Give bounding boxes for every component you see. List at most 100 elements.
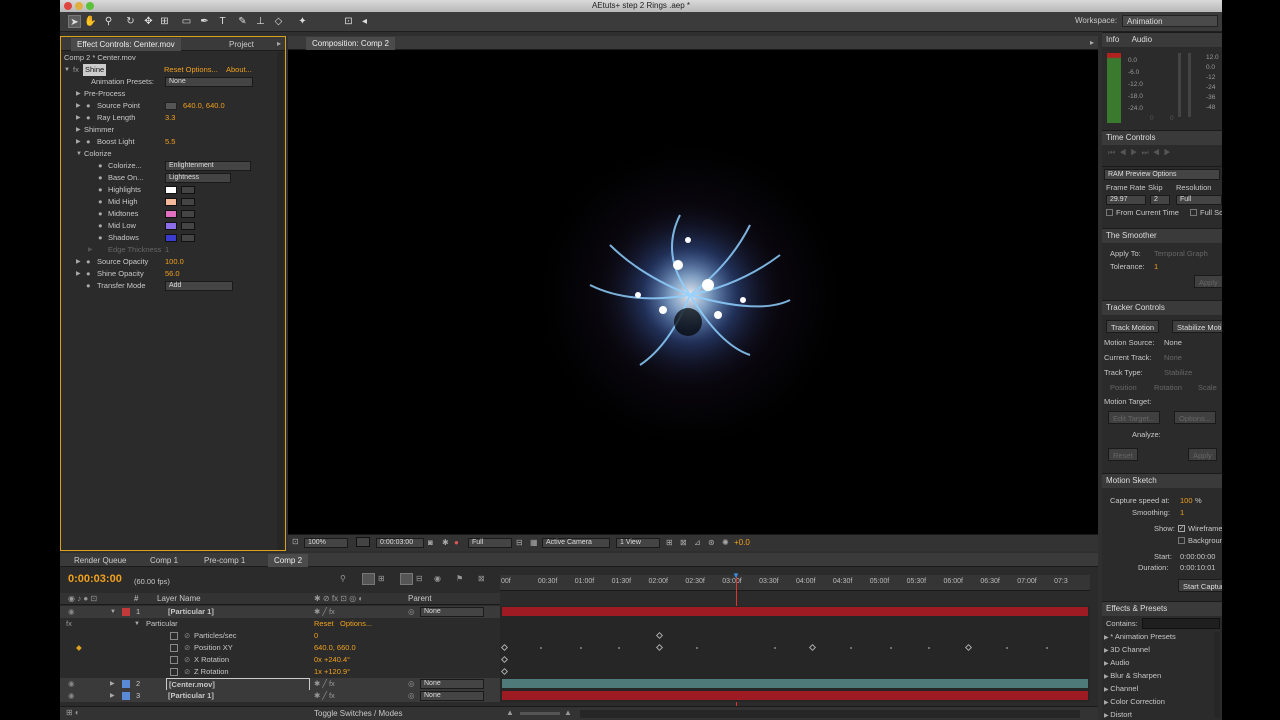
zoom-out-icon[interactable]: ▲ — [506, 708, 514, 717]
effects-list-item[interactable]: ▶ 3D Channel — [1104, 644, 1212, 657]
position-option[interactable]: Position — [1110, 383, 1137, 392]
channel-icon[interactable]: ● — [454, 538, 459, 547]
stopwatch-icon[interactable]: ● — [86, 100, 91, 112]
colorize-row[interactable]: ▼ Colorize — [61, 148, 285, 160]
audio-slider-track[interactable] — [1188, 53, 1191, 117]
stopwatch-icon[interactable]: ⊘ — [184, 642, 190, 654]
zoom-tool-icon[interactable]: ⚲ — [102, 15, 115, 28]
stabilize-motion-button[interactable]: Stabilize Motion — [1172, 320, 1222, 333]
collapse-triangle-icon[interactable]: ▼ — [64, 64, 70, 76]
comp-mini-flowchart-icon[interactable] — [362, 573, 375, 585]
edit-target-button[interactable]: Edit Target... — [1108, 411, 1160, 424]
keyframe[interactable] — [808, 643, 817, 652]
layer-label-color[interactable] — [122, 608, 130, 616]
time-ruler[interactable]: 00f 00:30f 01:00f 01:30f 02:00f 02:30f 03:00f 0… — [500, 571, 1090, 720]
keyframe[interactable] — [500, 643, 509, 652]
tracker-reset-button[interactable]: Reset — [1108, 448, 1138, 461]
layer-switches[interactable]: ✱ ╱ fx — [314, 606, 335, 618]
expression-icon[interactable] — [170, 656, 178, 664]
stopwatch-icon[interactable]: ● — [98, 220, 103, 232]
fast-previews-icon[interactable]: ⊠ — [680, 538, 687, 547]
view-layout-dropdown[interactable]: 1 View — [616, 538, 660, 548]
keyframe-nav-icon[interactable]: ◆ — [76, 642, 82, 654]
flowchart-icon[interactable]: ⊛ — [708, 538, 715, 547]
motion-source-dropdown[interactable]: None — [1164, 338, 1182, 347]
zoom-slider[interactable] — [520, 712, 560, 715]
current-time-field[interactable]: 0:00:03:00 — [376, 538, 424, 548]
shadows-swatch[interactable] — [165, 234, 177, 242]
effects-list-item[interactable]: ▶ Distort — [1104, 709, 1212, 720]
transfer-mode-dropdown[interactable]: Add — [165, 281, 233, 291]
stopwatch-icon[interactable]: ● — [98, 160, 103, 172]
tracker-apply-button[interactable]: Apply — [1188, 448, 1217, 461]
effect-options-link[interactable]: Options... — [340, 618, 372, 630]
tab-render-queue[interactable]: Render Queue — [68, 554, 132, 567]
frame-rate-dropdown[interactable]: 29.97 — [1106, 195, 1146, 205]
effect-reset-link[interactable]: Reset — [314, 618, 334, 630]
timeline-scrollbar[interactable] — [580, 710, 1080, 718]
tab-composition[interactable]: Composition: Comp 2 — [306, 37, 395, 50]
expand-triangle-icon[interactable]: ▶ — [110, 678, 115, 690]
ram-preview-dropdown[interactable]: RAM Preview Options — [1104, 169, 1220, 180]
source-point-value[interactable]: 640.0, 640.0 — [183, 100, 225, 112]
base-on-dropdown[interactable]: Lightness — [165, 173, 231, 183]
tab-pre-comp-1[interactable]: Pre-comp 1 — [198, 554, 251, 567]
rectangle-tool-icon[interactable]: ▭ — [180, 15, 193, 28]
timeline-tracks[interactable] — [500, 606, 1090, 702]
parent-pickwhip-icon[interactable]: ◎ — [408, 678, 415, 690]
close-window-button[interactable] — [64, 2, 72, 10]
eraser-tool-icon[interactable]: ◇ — [272, 15, 285, 28]
effects-search-input[interactable] — [1142, 618, 1220, 629]
timeline-timecode[interactable]: 0:00:03:00 — [68, 573, 122, 585]
collapse-triangle-icon[interactable]: ▼ — [110, 606, 116, 618]
eyedropper-icon[interactable] — [181, 234, 195, 242]
safe-zones-icon[interactable] — [356, 537, 370, 547]
parent-pickwhip-icon[interactable]: ◎ — [408, 606, 415, 618]
stopwatch-icon[interactable]: ● — [86, 268, 91, 280]
workspace-dropdown[interactable]: Animation — [1122, 15, 1218, 27]
clone-stamp-tool-icon[interactable]: ⊥ — [254, 15, 267, 28]
boost-light-value[interactable]: 5.5 — [165, 136, 175, 148]
fx-icon[interactable]: fx — [73, 64, 79, 76]
layer-label-color[interactable] — [122, 692, 130, 700]
draft-3d-icon[interactable]: ⊞ — [378, 574, 385, 583]
stopwatch-icon[interactable]: ● — [98, 208, 103, 220]
tab-info[interactable]: Info — [1106, 35, 1119, 44]
collapse-triangle-icon[interactable]: ▼ — [76, 148, 82, 160]
stopwatch-icon[interactable]: ● — [98, 184, 103, 196]
expand-triangle-icon[interactable]: ▶ — [76, 112, 81, 124]
effects-list-item[interactable]: ▶ Color Correction — [1104, 696, 1212, 709]
options-button[interactable]: Options... — [1174, 411, 1217, 424]
minimize-window-button[interactable] — [75, 2, 83, 10]
collapse-triangle-icon[interactable]: ▼ — [134, 618, 140, 630]
expression-icon[interactable] — [170, 632, 178, 640]
expand-triangle-icon[interactable]: ▶ — [110, 690, 115, 702]
highlights-swatch[interactable] — [165, 186, 177, 194]
stopwatch-icon[interactable]: ● — [98, 172, 103, 184]
frame-blending-icon[interactable]: ⊟ — [416, 574, 423, 583]
ray-length-value[interactable]: 3.3 — [165, 112, 175, 124]
pen-tool-icon[interactable]: ✒ — [198, 15, 211, 28]
layer-duration-bar[interactable] — [502, 691, 1088, 700]
capture-speed-value[interactable]: 100 — [1180, 496, 1193, 505]
from-current-checkbox[interactable] — [1106, 209, 1113, 216]
layer-switches[interactable]: ✱ ╱ fx — [314, 678, 335, 690]
expand-triangle-icon[interactable]: ▶ — [76, 100, 81, 112]
rotation-option[interactable]: Rotation — [1154, 383, 1182, 392]
about-link[interactable]: About... — [226, 64, 252, 76]
track-type-dropdown[interactable]: Stabilize — [1164, 368, 1192, 377]
expand-triangle-icon[interactable]: ▶ — [76, 124, 81, 136]
stopwatch-icon[interactable]: ⊘ — [184, 666, 190, 678]
text-tool-icon[interactable]: T — [216, 15, 229, 28]
snapping-icon[interactable]: ◂ — [358, 15, 371, 28]
pan-behind-tool-icon[interactable]: ⊞ — [158, 15, 171, 28]
audio-slider-track[interactable] — [1178, 53, 1181, 117]
keyframe[interactable] — [655, 643, 664, 652]
layer-row[interactable]: ◉ ▶ 3 [Particular 1] ✱ ╱ fx ◎ None — [60, 690, 500, 702]
layer-switches-toggle-icon[interactable]: ⊞ ◐ — [66, 708, 80, 717]
property-value[interactable]: 0x +240.4° — [314, 654, 350, 666]
full-screen-checkbox[interactable] — [1190, 209, 1197, 216]
effect-controls-scrollbar[interactable] — [277, 52, 283, 550]
puppet-tool-icon[interactable]: ✦ — [296, 15, 309, 28]
keyframe[interactable] — [655, 631, 664, 640]
